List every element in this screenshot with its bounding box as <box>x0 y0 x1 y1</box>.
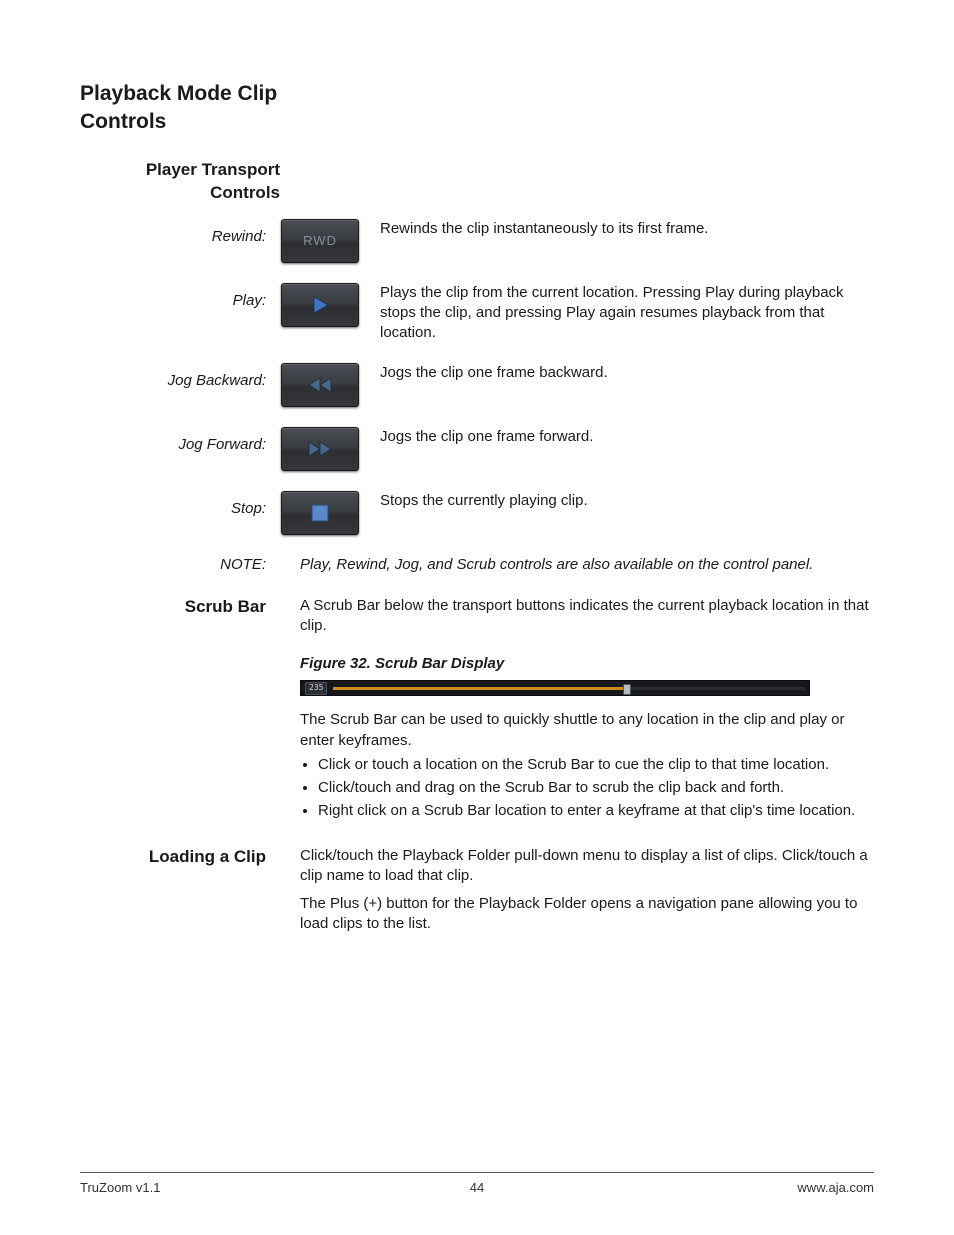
control-desc: Stops the currently playing clip. <box>360 491 874 511</box>
note-text: Play, Rewind, Jog, and Scrub controls ar… <box>280 555 874 575</box>
footer-left: TruZoom v1.1 <box>80 1179 160 1197</box>
loading-p2: The Plus (+) button for the Playback Fol… <box>300 894 874 935</box>
control-desc: Jogs the clip one frame backward. <box>360 363 874 383</box>
control-label: Stop: <box>80 491 280 519</box>
jog-forward-button-graphic <box>281 427 359 471</box>
jog-backward-icon <box>306 375 334 395</box>
scrub-bar-heading: Scrub Bar <box>80 596 280 619</box>
scrub-intro: A Scrub Bar below the transport buttons … <box>280 596 874 637</box>
subsection-heading: Player Transport Controls <box>80 159 280 205</box>
control-row-play: Play: Plays the clip from the current lo… <box>80 283 874 344</box>
control-row-jog-backward: Jog Backward: Jogs the clip one frame ba… <box>80 363 874 407</box>
play-icon <box>308 293 332 317</box>
scrub-bullet-list: Click or touch a location on the Scrub B… <box>300 755 874 822</box>
page-heading: Playback Mode Clip Controls <box>80 80 310 137</box>
footer-right: www.aja.com <box>797 1179 874 1197</box>
loading-clip-heading: Loading a Clip <box>80 846 280 869</box>
control-desc: Plays the clip from the current location… <box>360 283 874 344</box>
scrub-fill <box>333 687 625 690</box>
figure-caption: Figure 32. Scrub Bar Display <box>300 654 874 674</box>
control-desc: Jogs the clip one frame forward. <box>360 427 874 447</box>
control-label: Play: <box>80 283 280 311</box>
list-item: Click or touch a location on the Scrub B… <box>318 755 874 775</box>
note-row: NOTE: Play, Rewind, Jog, and Scrub contr… <box>80 555 874 575</box>
stop-icon <box>309 502 331 524</box>
control-label: Rewind: <box>80 219 280 247</box>
jog-backward-button-graphic <box>281 363 359 407</box>
control-row-stop: Stop: Stops the currently playing clip. <box>80 491 874 535</box>
control-row-rewind: Rewind: RWD Rewinds the clip instantaneo… <box>80 219 874 263</box>
control-row-jog-forward: Jog Forward: Jogs the clip one frame for… <box>80 427 874 471</box>
scrub-content: Figure 32. Scrub Bar Display 235 The Scr… <box>300 654 874 822</box>
page-footer: TruZoom v1.1 44 www.aja.com <box>80 1172 874 1197</box>
control-label: Jog Backward: <box>80 363 280 391</box>
scrub-after-figure: The Scrub Bar can be used to quickly shu… <box>300 710 874 751</box>
list-item: Right click on a Scrub Bar location to e… <box>318 801 874 821</box>
control-label: Jog Forward: <box>80 427 280 455</box>
loading-heading-row: Loading a Clip Click/touch the Playback … <box>80 846 874 887</box>
scrub-playhead-icon <box>623 684 631 695</box>
document-page: Playback Mode Clip Controls Player Trans… <box>0 0 954 1235</box>
note-label: NOTE: <box>80 555 280 575</box>
rwd-text-icon: RWD <box>303 232 337 250</box>
control-desc: Rewinds the clip instantaneously to its … <box>360 219 874 239</box>
jog-forward-icon <box>306 439 334 459</box>
scrub-frame-counter: 235 <box>305 682 327 695</box>
scrub-track <box>333 687 805 690</box>
stop-button-graphic <box>281 491 359 535</box>
scrub-bar-figure: 235 <box>300 680 810 696</box>
loading-p1: Click/touch the Playback Folder pull-dow… <box>280 846 874 887</box>
rewind-button-graphic: RWD <box>281 219 359 263</box>
scrub-heading-row: Scrub Bar A Scrub Bar below the transpor… <box>80 596 874 637</box>
play-button-graphic <box>281 283 359 327</box>
footer-page-number: 44 <box>470 1179 484 1197</box>
list-item: Click/touch and drag on the Scrub Bar to… <box>318 778 874 798</box>
